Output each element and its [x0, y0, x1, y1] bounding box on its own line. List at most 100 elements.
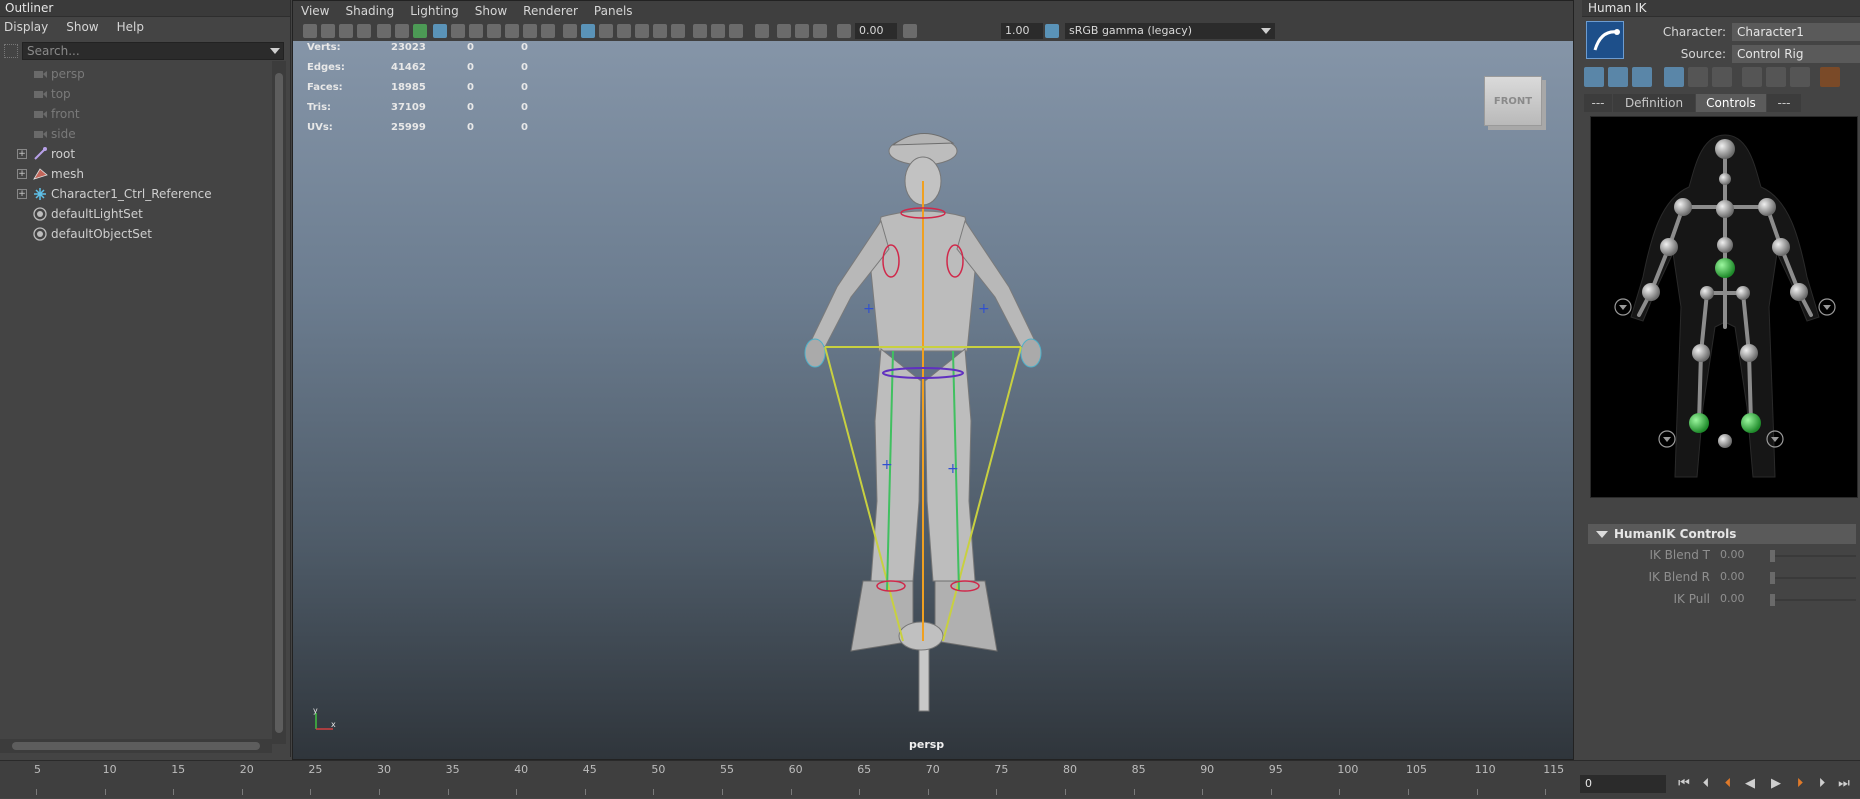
humanik-logo-icon[interactable]	[1586, 21, 1624, 59]
ik-row-slider[interactable]	[1770, 555, 1856, 557]
menu-help[interactable]: Help	[117, 20, 144, 34]
unpin-icon[interactable]	[1790, 67, 1810, 87]
search-input[interactable]: Search...	[22, 42, 284, 60]
pencil-active-icon[interactable]	[413, 24, 427, 38]
stance-pose-icon[interactable]	[1664, 67, 1684, 87]
outliner-horizontal-scrollbar[interactable]	[0, 739, 272, 753]
current-frame-field[interactable]: 0	[1580, 775, 1666, 793]
tab-controls[interactable]: Controls	[1696, 94, 1766, 112]
ik-row-value[interactable]: 0.00	[1720, 592, 1745, 605]
image-plane-icon[interactable]	[357, 24, 371, 38]
menu-renderer[interactable]: Renderer	[523, 4, 578, 18]
character-settings-icon[interactable]	[1820, 67, 1840, 87]
menu-panels[interactable]: Panels	[594, 4, 633, 18]
bookmark-icon[interactable]	[339, 24, 353, 38]
outliner-item[interactable]: top	[0, 84, 272, 104]
pin-rotation-icon[interactable]	[1766, 67, 1786, 87]
ik-row-slider[interactable]	[1770, 577, 1856, 579]
gamma-icon[interactable]	[903, 24, 917, 38]
exposure-icon[interactable]	[837, 24, 851, 38]
motion-blur-icon[interactable]	[795, 24, 809, 38]
textured-icon[interactable]	[635, 24, 649, 38]
outliner-vertical-scrollbar[interactable]	[272, 61, 286, 744]
full-body-ik-icon[interactable]	[1584, 67, 1604, 87]
menu-lighting[interactable]: Lighting	[410, 4, 459, 18]
outliner-item[interactable]: persp	[0, 64, 272, 84]
gate-mask-icon[interactable]	[487, 24, 501, 38]
body-part-icon[interactable]	[1608, 67, 1628, 87]
step-back-key-icon[interactable]: ⏴	[1720, 776, 1736, 792]
menu-display[interactable]: Display	[4, 20, 48, 34]
resolution-gate-icon[interactable]	[469, 24, 483, 38]
timeline-ruler[interactable]: 5 10 15 20 25 30 35 40 45 50 55 60 65 70 75 80 85 90 95 100…	[0, 761, 1572, 799]
reset-pose-icon[interactable]	[1688, 67, 1708, 87]
xray-components-icon[interactable]	[729, 24, 743, 38]
step-forward-key-icon[interactable]: ⏵	[1792, 776, 1808, 792]
wireframe-on-shaded-icon[interactable]	[617, 24, 631, 38]
humanik-character-view[interactable]	[1590, 116, 1858, 498]
character-model[interactable]: + + + +	[753, 121, 1093, 721]
slider-handle[interactable]	[1770, 572, 1775, 584]
xray-icon[interactable]	[693, 24, 707, 38]
search-dropdown-icon[interactable]	[270, 48, 280, 54]
step-back-frame-icon[interactable]: ⏴	[1698, 776, 1714, 792]
safe-title-icon[interactable]	[541, 24, 555, 38]
time-slider[interactable]: 5 10 15 20 25 30 35 40 45 50 55 60 65 70 75 80 85 90 95 100…	[0, 760, 1860, 798]
menu-shading[interactable]: Shading	[345, 4, 394, 18]
ambient-occlusion-icon[interactable]	[777, 24, 791, 38]
ik-row-value[interactable]: 0.00	[1720, 570, 1745, 583]
slider-handle[interactable]	[1770, 550, 1775, 562]
selection-icon[interactable]	[1632, 67, 1652, 87]
ik-row-value[interactable]: 0.00	[1720, 548, 1745, 561]
play-backwards-icon[interactable]: ◀	[1742, 776, 1758, 792]
viewport-panel[interactable]: View Shading Lighting Show Renderer Pane…	[292, 0, 1574, 760]
grease-pencil-icon[interactable]	[395, 24, 409, 38]
go-to-end-icon[interactable]: ⏭	[1836, 776, 1852, 792]
expand-icon[interactable]: +	[17, 189, 27, 199]
film-gate-icon[interactable]	[451, 24, 465, 38]
tab-placeholder[interactable]: ---	[1767, 94, 1801, 112]
grid-icon[interactable]	[433, 24, 447, 38]
expand-icon[interactable]: +	[17, 149, 27, 159]
search-options-icon[interactable]	[4, 44, 18, 58]
camera-attributes-icon[interactable]	[321, 24, 335, 38]
color-management-icon[interactable]	[1045, 24, 1059, 38]
ik-row-slider[interactable]	[1770, 599, 1856, 601]
menu-view[interactable]: View	[301, 4, 329, 18]
viewcube[interactable]: FRONT	[1484, 76, 1542, 126]
menu-show[interactable]: Show	[66, 20, 98, 34]
humanik-controls-section[interactable]: HumanIK Controls	[1588, 524, 1856, 544]
tab-definition[interactable]: Definition	[1613, 94, 1695, 112]
default-lighting-icon[interactable]	[599, 24, 613, 38]
character-select[interactable]: Character1	[1732, 23, 1860, 41]
scroll-thumb[interactable]	[275, 73, 283, 733]
outliner-item[interactable]: side	[0, 124, 272, 144]
outliner-item[interactable]: + mesh	[0, 164, 272, 184]
tab-placeholder[interactable]: ---	[1584, 94, 1612, 112]
outliner-item[interactable]: + root	[0, 144, 272, 164]
anti-aliasing-icon[interactable]	[813, 24, 827, 38]
menu-show[interactable]: Show	[475, 4, 507, 18]
pin-translation-icon[interactable]	[1742, 67, 1762, 87]
shadows-icon[interactable]	[671, 24, 685, 38]
outliner-item[interactable]: defaultLightSet	[0, 204, 272, 224]
mirror-pose-icon[interactable]	[1712, 67, 1732, 87]
viewport-scene[interactable]: Verts: 23023 0 0 Edges: 41462 0 0 Faces: 18985 0 0 T…	[293, 41, 1573, 759]
smooth-shade-icon[interactable]	[581, 24, 595, 38]
control-rig-figure[interactable]	[1591, 117, 1858, 498]
step-forward-frame-icon[interactable]: ⏵	[1814, 776, 1830, 792]
xray-joints-icon[interactable]	[711, 24, 725, 38]
color-space-select[interactable]: sRGB gamma (legacy)	[1065, 23, 1275, 39]
field-chart-icon[interactable]	[505, 24, 519, 38]
exposure-field[interactable]: 0.00	[855, 23, 897, 39]
outliner-item[interactable]: defaultObjectSet	[0, 224, 272, 244]
go-to-start-icon[interactable]: ⏮	[1676, 776, 1692, 792]
safe-action-icon[interactable]	[523, 24, 537, 38]
outliner-item[interactable]: + Character1_Ctrl_Reference	[0, 184, 272, 204]
wireframe-icon[interactable]	[563, 24, 577, 38]
slider-handle[interactable]	[1770, 594, 1775, 606]
isolate-select-icon[interactable]	[755, 24, 769, 38]
select-camera-icon[interactable]	[303, 24, 317, 38]
source-select[interactable]: Control Rig	[1732, 45, 1860, 63]
play-forwards-icon[interactable]: ▶	[1768, 776, 1784, 792]
